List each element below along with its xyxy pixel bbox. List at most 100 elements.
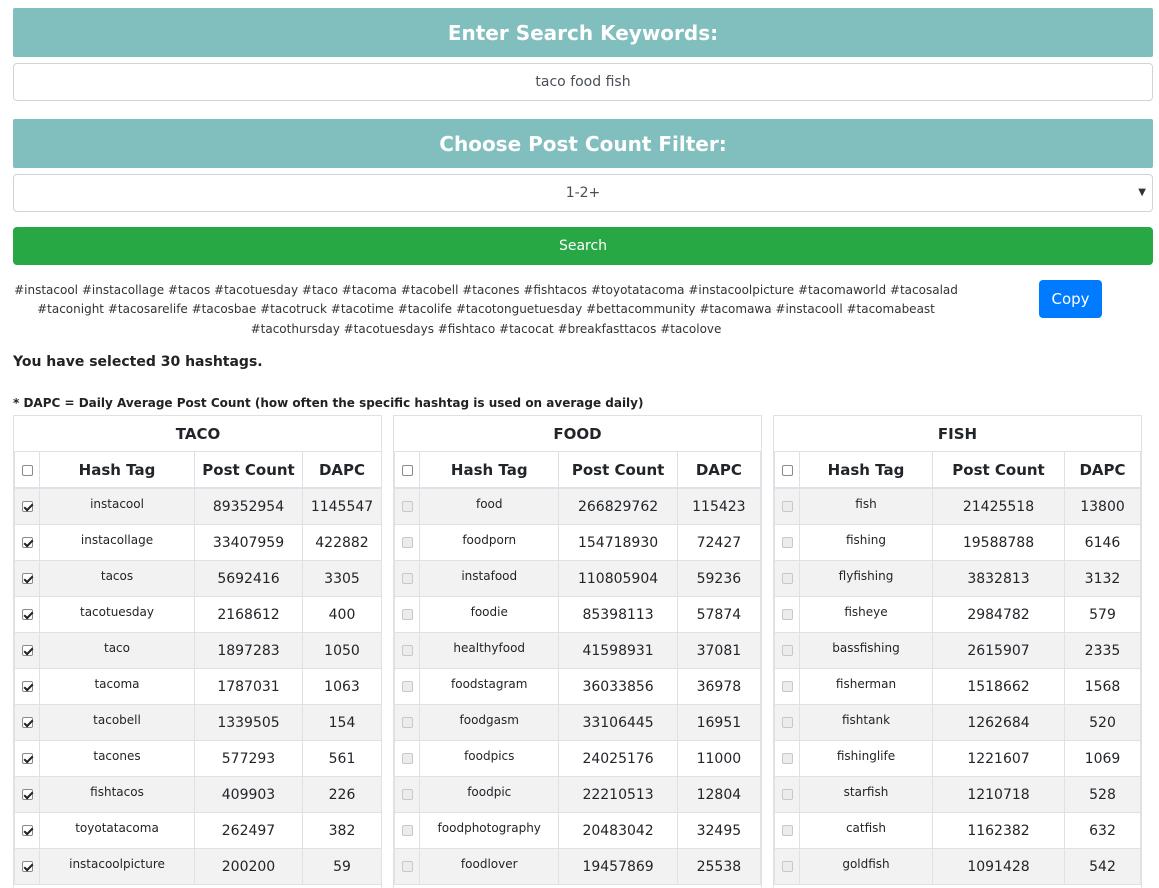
post-count-cell: 5692416 xyxy=(194,560,303,597)
row-checkbox-cell[interactable] xyxy=(394,740,421,777)
row-checkbox[interactable] xyxy=(21,861,33,872)
row-checkbox[interactable] xyxy=(781,537,793,548)
row-checkbox-cell[interactable] xyxy=(394,812,421,849)
row-checkbox-cell[interactable] xyxy=(14,524,40,561)
row-checkbox[interactable] xyxy=(781,861,793,872)
table-title: FOOD xyxy=(394,416,761,452)
row-checkbox-cell[interactable] xyxy=(14,487,40,525)
row-checkbox[interactable] xyxy=(21,609,33,620)
hashtag-cell: foodie xyxy=(419,596,560,633)
food-table: FOOD Hash Tag Post Count DAPC food 266829… xyxy=(394,416,761,885)
row-checkbox[interactable] xyxy=(401,573,413,584)
row-checkbox[interactable] xyxy=(21,537,33,548)
row-checkbox[interactable] xyxy=(21,825,33,836)
hashtag-cell: foodgasm xyxy=(419,704,560,741)
row-checkbox[interactable] xyxy=(781,609,793,620)
row-checkbox[interactable] xyxy=(21,753,33,764)
post-count-cell: 24025176 xyxy=(558,740,678,777)
row-checkbox[interactable] xyxy=(781,717,793,728)
table-row: foodpic 22210513 12804 xyxy=(394,776,761,813)
select-all-cell[interactable] xyxy=(394,451,421,489)
row-checkbox[interactable] xyxy=(21,717,33,728)
row-checkbox-cell[interactable] xyxy=(394,776,421,813)
table-row: tacones 577293 561 xyxy=(14,740,381,777)
hashtag-cell: fishinglife xyxy=(799,740,933,777)
table-title: FISH xyxy=(774,416,1141,452)
search-button[interactable]: Search xyxy=(13,227,1153,265)
dapc-cell: 1063 xyxy=(302,668,381,705)
row-checkbox-cell[interactable] xyxy=(14,740,40,777)
row-checkbox[interactable] xyxy=(401,717,413,728)
row-checkbox-cell[interactable] xyxy=(394,487,421,525)
select-all-checkbox[interactable] xyxy=(21,464,33,476)
hashtag-cell: foodphotography xyxy=(419,812,560,849)
row-checkbox-cell[interactable] xyxy=(774,776,800,813)
post-count-cell: 89352954 xyxy=(194,487,303,525)
row-checkbox[interactable] xyxy=(781,573,793,584)
hash-tag-header: Hash Tag xyxy=(419,451,560,489)
row-checkbox-cell[interactable] xyxy=(394,848,421,885)
food-table-panel: FOOD Hash Tag Post Count DAPC food 266829… xyxy=(393,415,762,888)
row-checkbox-cell[interactable] xyxy=(774,487,800,525)
row-checkbox-cell[interactable] xyxy=(14,776,40,813)
row-checkbox-cell[interactable] xyxy=(394,704,421,741)
row-checkbox-cell[interactable] xyxy=(14,596,40,633)
row-checkbox[interactable] xyxy=(21,789,33,800)
row-checkbox[interactable] xyxy=(401,825,413,836)
row-checkbox-cell[interactable] xyxy=(774,524,800,561)
row-checkbox[interactable] xyxy=(781,753,793,764)
row-checkbox-cell[interactable] xyxy=(394,596,421,633)
table-row: foodie 85398113 57874 xyxy=(394,596,761,633)
row-checkbox-cell[interactable] xyxy=(774,632,800,669)
row-checkbox[interactable] xyxy=(401,681,413,692)
hashtag-cell: foodpics xyxy=(419,740,560,777)
select-all-cell[interactable] xyxy=(14,451,40,489)
row-checkbox-cell[interactable] xyxy=(774,812,800,849)
row-checkbox[interactable] xyxy=(781,681,793,692)
row-checkbox-cell[interactable] xyxy=(394,632,421,669)
row-checkbox[interactable] xyxy=(781,501,793,512)
row-checkbox-cell[interactable] xyxy=(774,596,800,633)
table-row: bassfishing 2615907 2335 xyxy=(774,632,1141,669)
row-checkbox-cell[interactable] xyxy=(394,668,421,705)
dapc-cell: 561 xyxy=(302,740,381,777)
row-checkbox[interactable] xyxy=(401,861,413,872)
row-checkbox[interactable] xyxy=(401,537,413,548)
row-checkbox-cell[interactable] xyxy=(394,524,421,561)
row-checkbox-cell[interactable] xyxy=(394,560,421,597)
row-checkbox[interactable] xyxy=(401,609,413,620)
row-checkbox[interactable] xyxy=(781,645,793,656)
dapc-cell: 37081 xyxy=(676,632,761,669)
keywords-input[interactable]: taco food fish xyxy=(13,63,1153,101)
row-checkbox[interactable] xyxy=(401,789,413,800)
row-checkbox-cell[interactable] xyxy=(14,848,40,885)
hashtag-cell: flyfishing xyxy=(799,560,933,597)
row-checkbox[interactable] xyxy=(21,501,33,512)
filter-selected-value: 1-2+ xyxy=(565,185,601,201)
row-checkbox-cell[interactable] xyxy=(774,704,800,741)
row-checkbox-cell[interactable] xyxy=(774,740,800,777)
row-checkbox[interactable] xyxy=(21,645,33,656)
row-checkbox[interactable] xyxy=(401,645,413,656)
select-all-cell[interactable] xyxy=(774,451,800,489)
row-checkbox[interactable] xyxy=(21,573,33,584)
row-checkbox-cell[interactable] xyxy=(14,560,40,597)
row-checkbox-cell[interactable] xyxy=(774,560,800,597)
row-checkbox-cell[interactable] xyxy=(14,632,40,669)
select-all-checkbox[interactable] xyxy=(781,464,793,476)
row-checkbox[interactable] xyxy=(781,825,793,836)
row-checkbox[interactable] xyxy=(781,789,793,800)
dapc-cell: 72427 xyxy=(676,524,761,561)
row-checkbox[interactable] xyxy=(401,753,413,764)
post-count-filter-select[interactable]: 1-2+ ▼ xyxy=(13,174,1153,212)
row-checkbox[interactable] xyxy=(401,501,413,512)
row-checkbox-cell[interactable] xyxy=(774,668,800,705)
select-all-checkbox[interactable] xyxy=(401,464,413,476)
dapc-cell: 32495 xyxy=(676,812,761,849)
row-checkbox-cell[interactable] xyxy=(774,848,800,885)
row-checkbox-cell[interactable] xyxy=(14,668,40,705)
row-checkbox-cell[interactable] xyxy=(14,704,40,741)
copy-button[interactable]: Copy xyxy=(1039,280,1102,318)
row-checkbox[interactable] xyxy=(21,681,33,692)
row-checkbox-cell[interactable] xyxy=(14,812,40,849)
